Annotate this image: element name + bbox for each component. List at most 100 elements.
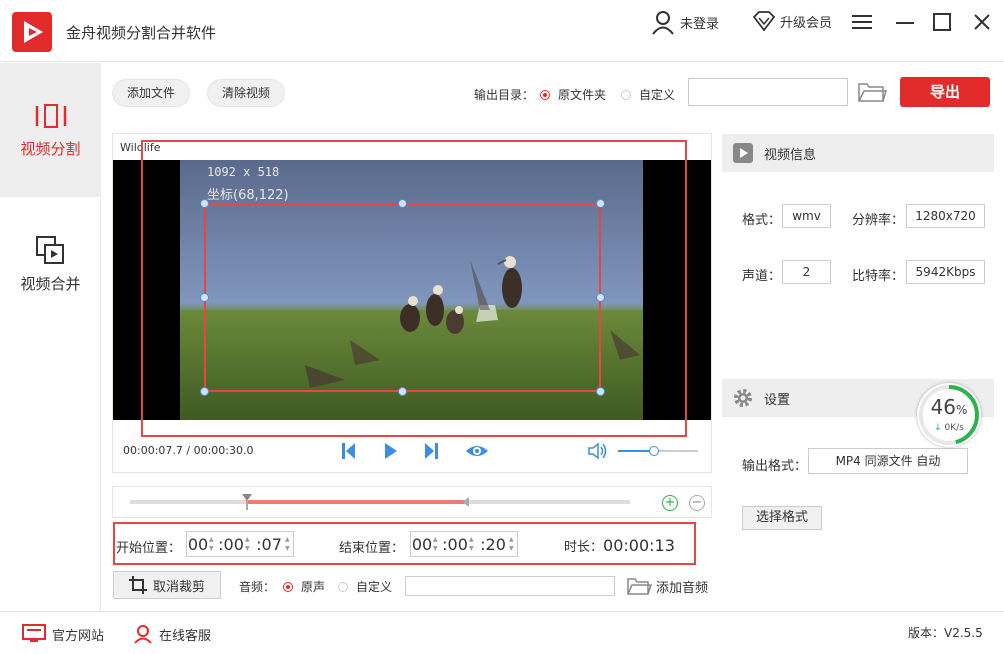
spinner-icon[interactable]: ▲ ▼ xyxy=(285,532,293,556)
next-frame-icon xyxy=(425,443,438,459)
timeline-track[interactable] xyxy=(130,494,630,510)
timeline-selection xyxy=(246,500,464,504)
browse-folder-button[interactable] xyxy=(857,80,888,104)
output-original-label: 原文件夹 xyxy=(558,88,607,102)
volume-slider[interactable] xyxy=(618,446,698,456)
eye-icon xyxy=(466,446,488,456)
playback-time: 00:00:07.7 / 00:00:30.0 xyxy=(123,444,254,457)
volume-knob[interactable] xyxy=(649,446,659,456)
highlight-box-video xyxy=(141,140,687,437)
sidebar-item-label: 视频合并 xyxy=(20,274,81,293)
end-second[interactable]: :20 xyxy=(477,535,509,554)
sidebar-item-split[interactable]: 视频分割 xyxy=(0,63,101,197)
format-value: wmv xyxy=(782,204,831,228)
bitrate-label: 比特率： xyxy=(852,269,905,284)
spinner-icon[interactable]: ▲ ▼ xyxy=(433,532,441,556)
audio-custom-label: 自定义 xyxy=(356,580,393,594)
speed-rate-value: 0K/s xyxy=(944,423,964,433)
folder-icon xyxy=(627,578,652,595)
upgrade-vip-button[interactable]: 升级会员 xyxy=(752,9,832,33)
cancel-crop-button[interactable]: 取消裁剪 xyxy=(113,571,221,599)
version-label: 版本：V2.5.5 xyxy=(908,626,983,640)
crop-icon xyxy=(128,576,147,594)
choose-format-button[interactable]: 选择格式 xyxy=(742,506,822,530)
online-support-label: 在线客服 xyxy=(159,628,212,644)
duration-value: 00:00:13 xyxy=(603,536,675,555)
login-label: 未登录 xyxy=(680,16,720,32)
clear-video-button[interactable]: 清除视频 xyxy=(207,79,286,107)
end-minute[interactable]: :00 xyxy=(441,535,469,554)
minimize-button[interactable] xyxy=(893,10,917,34)
app-title: 金舟视频分割合并软件 xyxy=(66,24,217,42)
format-label: 格式： xyxy=(742,213,782,228)
settings-title: 设置 xyxy=(764,392,791,408)
spinner-icon[interactable]: ▲ ▼ xyxy=(245,532,253,556)
volume-button[interactable] xyxy=(587,441,609,461)
user-icon xyxy=(652,11,674,35)
add-audio-button[interactable]: 添加音频 xyxy=(626,576,708,596)
play-button[interactable] xyxy=(379,440,401,462)
video-info-title: 视频信息 xyxy=(764,147,817,163)
channels-label: 声道： xyxy=(742,269,782,284)
folder-icon xyxy=(858,83,888,102)
next-frame-button[interactable] xyxy=(420,440,442,462)
start-second[interactable]: :07 xyxy=(253,535,285,554)
prev-frame-icon xyxy=(342,443,355,459)
output-dir-label: 输出目录： xyxy=(474,88,535,102)
end-hour[interactable]: 00 xyxy=(411,535,433,554)
maximize-icon xyxy=(933,13,951,31)
prev-frame-button[interactable] xyxy=(338,440,360,462)
split-icon xyxy=(35,103,66,128)
sidebar: 视频分割 视频合并 xyxy=(0,63,101,611)
resolution-label: 分辨率： xyxy=(852,213,905,228)
speed-percent-value: 46 xyxy=(930,395,957,419)
video-info-icon xyxy=(733,143,753,163)
radio-checked xyxy=(540,90,550,100)
play-icon xyxy=(385,443,397,459)
end-time-input[interactable]: 00 ▲ ▼ :00 ▲ ▼ :20 ▲ ▼ xyxy=(410,531,518,557)
close-icon xyxy=(974,14,990,30)
preview-button[interactable] xyxy=(464,440,490,462)
timeline-zoom-out-button[interactable]: − xyxy=(689,495,705,511)
spinner-icon[interactable]: ▲ ▼ xyxy=(509,532,517,556)
close-button[interactable] xyxy=(970,10,994,34)
radio-unchecked xyxy=(338,582,348,592)
audio-custom-radio[interactable]: 自定义 xyxy=(338,578,392,595)
audio-path-field[interactable] xyxy=(405,576,615,596)
output-format-label: 输出格式： xyxy=(742,459,808,474)
start-minute[interactable]: :00 xyxy=(217,535,245,554)
sidebar-item-merge[interactable]: 视频合并 xyxy=(0,197,101,331)
resolution-value: 1280x720 xyxy=(906,204,985,228)
add-file-button[interactable]: 添加文件 xyxy=(112,79,191,107)
video-info-header: 视频信息 xyxy=(722,134,994,172)
gear-icon xyxy=(734,389,752,407)
sidebar-item-label: 视频分割 xyxy=(20,139,81,158)
handle-icon xyxy=(461,497,469,507)
maximize-button[interactable] xyxy=(930,10,954,34)
output-custom-radio[interactable]: 自定义 xyxy=(621,86,675,103)
diamond-icon xyxy=(752,11,776,32)
channels-value: 2 xyxy=(782,260,831,284)
add-audio-label: 添加音频 xyxy=(656,580,709,596)
output-path-field[interactable] xyxy=(688,78,848,106)
official-website-link[interactable]: 官方网站 xyxy=(22,624,104,644)
start-hour[interactable]: 00 xyxy=(187,535,209,554)
official-website-label: 官方网站 xyxy=(52,628,105,644)
spinner-icon[interactable]: ▲ ▼ xyxy=(209,532,217,556)
end-position-label: 结束位置： xyxy=(339,541,405,556)
start-time-input[interactable]: 00 ▲ ▼ :00 ▲ ▼ :07 ▲ ▼ xyxy=(186,531,294,557)
audio-original-label: 原声 xyxy=(301,580,326,594)
download-arrow-icon: ↓ xyxy=(934,423,942,433)
output-original-radio[interactable]: 原文件夹 xyxy=(540,86,606,103)
online-support-link[interactable]: 在线客服 xyxy=(133,624,211,644)
timeline-zoom-in-button[interactable]: + xyxy=(662,495,678,511)
export-button[interactable]: 导出 xyxy=(900,77,990,107)
menu-button[interactable] xyxy=(850,10,874,34)
bitrate-value: 5942Kbps xyxy=(906,260,985,284)
radio-checked xyxy=(283,582,293,592)
radio-unchecked xyxy=(621,90,631,100)
login-button[interactable]: 未登录 xyxy=(650,9,719,35)
spinner-icon[interactable]: ▲ ▼ xyxy=(469,532,477,556)
audio-original-radio[interactable]: 原声 xyxy=(283,578,325,595)
output-format-value: MP4 同源文件 自动 xyxy=(808,448,968,474)
